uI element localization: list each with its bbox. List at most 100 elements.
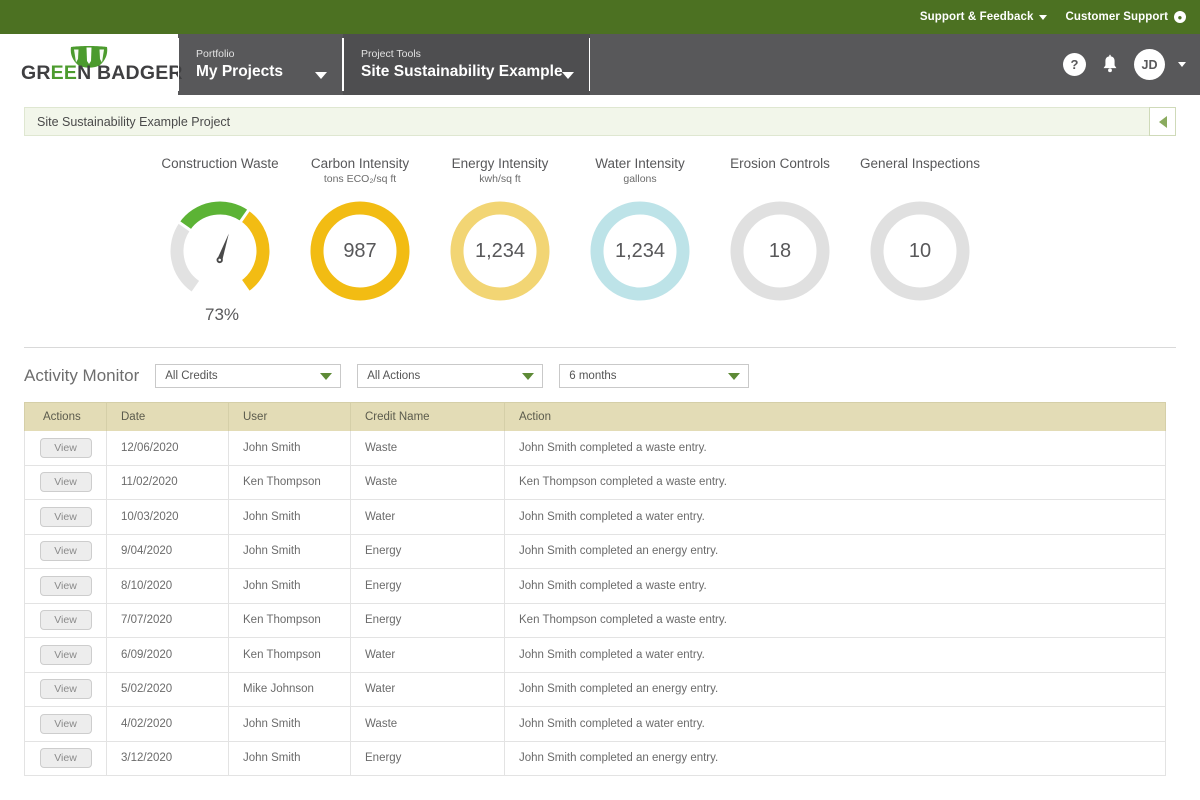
- gauge-value: 18: [768, 239, 792, 262]
- gauge-card[interactable]: Erosion Controls 18: [710, 156, 850, 325]
- view-button[interactable]: View: [39, 610, 92, 631]
- row-actions-cell: View: [24, 637, 107, 673]
- chevron-down-icon: [522, 373, 535, 380]
- column-header[interactable]: Date: [106, 402, 229, 431]
- row-user: John Smith: [228, 741, 351, 776]
- gauge-dial: 987: [308, 199, 412, 303]
- help-button[interactable]: ?: [1063, 53, 1086, 76]
- gauge-percent-label: 73%: [204, 305, 240, 324]
- row-action: John Smith completed an energy entry.: [504, 741, 1166, 776]
- credits-filter-select[interactable]: All Credits: [155, 364, 342, 388]
- row-credit-name: Water: [350, 637, 505, 673]
- row-date: 7/07/2020: [106, 603, 229, 638]
- user-menu-chevron-down-icon[interactable]: [1178, 62, 1186, 67]
- gauge-value: 987: [343, 239, 377, 262]
- project-banner-title: Site Sustainability Example Project: [37, 114, 231, 129]
- activity-table-head: Actions Date User Credit Name Action: [24, 402, 1166, 431]
- user-avatar[interactable]: JD: [1134, 49, 1165, 80]
- view-button[interactable]: View: [39, 575, 92, 596]
- row-action: John Smith completed an energy entry.: [504, 672, 1166, 707]
- gauge-dial: [168, 199, 272, 303]
- activity-monitor-title: Activity Monitor: [24, 366, 140, 385]
- support-feedback-menu[interactable]: Support & Feedback: [920, 11, 1048, 23]
- column-header[interactable]: Actions: [24, 402, 107, 431]
- main-navbar: GREEN BADGER Portfolio My Projects Proje…: [0, 34, 1200, 95]
- column-header[interactable]: User: [228, 402, 351, 431]
- gauge-card[interactable]: Energy Intensity kwh/sq ft 1,234: [430, 156, 570, 325]
- table-row[interactable]: View 4/02/2020 John Smith Waste John Smith c…: [24, 706, 1166, 742]
- chevron-down-icon: [1039, 14, 1048, 20]
- gauge-subtitle: kwh/sq ft: [479, 173, 521, 185]
- view-button[interactable]: View: [39, 679, 92, 700]
- notifications-bell-icon[interactable]: [1099, 53, 1121, 76]
- table-header-row: Actions Date User Credit Name Action: [24, 402, 1166, 431]
- gauge-value: 1,234: [474, 239, 526, 262]
- view-button[interactable]: View: [39, 437, 92, 458]
- column-header[interactable]: Credit Name: [350, 402, 505, 431]
- view-button[interactable]: View: [39, 506, 92, 527]
- view-button[interactable]: View: [39, 541, 92, 562]
- project-tools-label: Project Tools: [361, 48, 421, 60]
- gauge-card[interactable]: Carbon Intensity tons ECO₂/sq ft 987: [290, 156, 430, 325]
- gauge-dial: 18: [728, 199, 832, 303]
- view-button[interactable]: View: [39, 644, 92, 665]
- table-row[interactable]: View 7/07/2020 Ken Thompson Energy Ken Thomp…: [24, 603, 1166, 638]
- activity-table: Actions Date User Credit Name Action View 12/…: [24, 402, 1166, 776]
- actions-filter-select[interactable]: All Actions: [357, 364, 544, 388]
- table-row[interactable]: View 12/06/2020 John Smith Waste John Smith …: [24, 430, 1166, 466]
- row-actions-cell: View: [24, 534, 107, 569]
- brand-logo[interactable]: GREEN BADGER: [0, 34, 183, 95]
- row-action: Ken Thompson completed a waste entry.: [504, 465, 1166, 500]
- gauge-card[interactable]: Construction Waste 73%: [150, 156, 290, 325]
- row-credit-name: Water: [350, 499, 505, 535]
- table-row[interactable]: View 3/12/2020 John Smith Energy John Smith …: [24, 741, 1166, 776]
- row-action: Ken Thompson completed a waste entry.: [504, 603, 1166, 638]
- table-row[interactable]: View 10/03/2020 John Smith Water John Smith …: [24, 499, 1166, 535]
- avatar-initials: JD: [1141, 57, 1158, 72]
- customer-support-label: Customer Support: [1065, 11, 1168, 23]
- table-row[interactable]: View 8/10/2020 John Smith Energy John Smith …: [24, 568, 1166, 604]
- nav-portfolio-selector[interactable]: Portfolio My Projects: [178, 34, 343, 95]
- gauge-title: General Inspections: [859, 156, 981, 171]
- chevron-down-icon: [728, 373, 741, 380]
- actions-filter-value: All Actions: [367, 370, 421, 382]
- brand-wordmark: GREEN BADGER: [21, 61, 183, 84]
- chevron-down-icon: [315, 72, 327, 79]
- row-credit-name: Energy: [350, 603, 505, 638]
- gauge-value: 10: [908, 239, 932, 262]
- top-utility-bar: Support & Feedback Customer Support ●: [0, 0, 1200, 34]
- gauge-card[interactable]: Water Intensity gallons 1,234: [570, 156, 710, 325]
- row-credit-name: Waste: [350, 465, 505, 500]
- support-feedback-label: Support & Feedback: [919, 11, 1034, 23]
- timerange-filter-select[interactable]: 6 months: [559, 364, 750, 388]
- table-row[interactable]: View 6/09/2020 Ken Thompson Water John Smith…: [24, 637, 1166, 673]
- table-row[interactable]: View 11/02/2020 Ken Thompson Waste Ken Thomp…: [24, 465, 1166, 500]
- chevron-down-icon: [562, 72, 574, 79]
- row-date: 4/02/2020: [106, 706, 229, 742]
- view-button[interactable]: View: [39, 748, 92, 769]
- row-date: 3/12/2020: [106, 741, 229, 776]
- gauge-card[interactable]: General Inspections 10: [850, 156, 990, 325]
- gauge-value: 1,234: [614, 239, 666, 262]
- row-user: Mike Johnson: [228, 672, 351, 707]
- row-actions-cell: View: [24, 741, 107, 776]
- table-row[interactable]: View 9/04/2020 John Smith Energy John Smith …: [24, 534, 1166, 569]
- row-credit-name: Energy: [350, 568, 505, 604]
- banner-collapse-button[interactable]: [1149, 107, 1176, 136]
- row-action: John Smith completed a water entry.: [504, 499, 1166, 535]
- gauge-title: Erosion Controls: [730, 156, 830, 171]
- timerange-filter-value: 6 months: [569, 370, 617, 382]
- row-credit-name: Energy: [350, 534, 505, 569]
- view-button[interactable]: View: [39, 472, 92, 493]
- column-header[interactable]: Action: [504, 402, 1166, 431]
- row-actions-cell: View: [24, 706, 107, 742]
- row-actions-cell: View: [24, 672, 107, 707]
- table-row[interactable]: View 5/02/2020 Mike Johnson Water John Smith…: [24, 672, 1166, 707]
- row-actions-cell: View: [24, 499, 107, 535]
- gauge-title: Construction Waste: [161, 156, 279, 171]
- nav-project-selector[interactable]: Project Tools Site Sustainability Exampl…: [343, 34, 590, 95]
- customer-support-link[interactable]: Customer Support ●: [1065, 11, 1186, 23]
- row-date: 6/09/2020: [106, 637, 229, 673]
- view-button[interactable]: View: [39, 713, 92, 734]
- activity-monitor-header: Activity Monitor All Credits All Actions…: [0, 348, 1200, 388]
